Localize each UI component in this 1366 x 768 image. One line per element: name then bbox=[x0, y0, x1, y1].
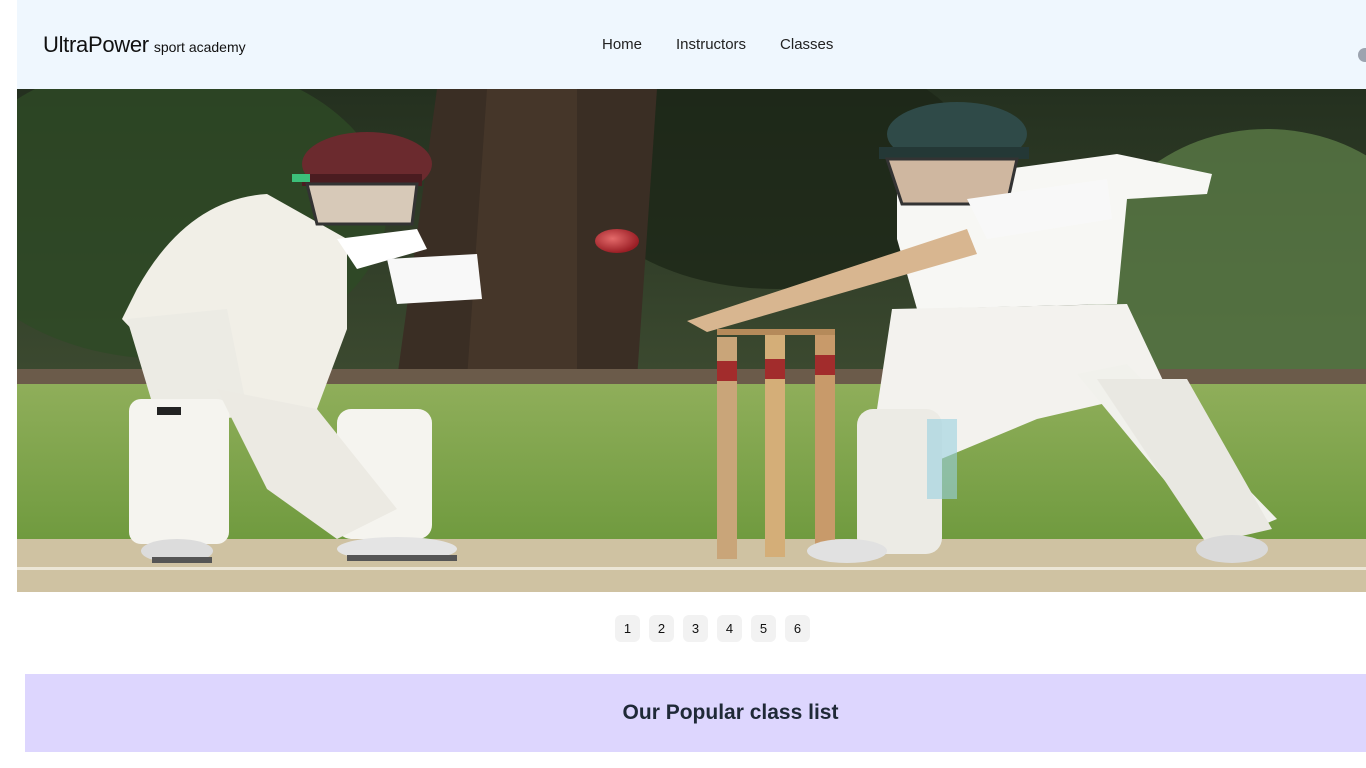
main-nav: Home Instructors Classes bbox=[602, 36, 833, 53]
brand-tagline: sport academy bbox=[153, 39, 246, 55]
nav-overflow-element[interactable] bbox=[1358, 48, 1366, 62]
hero-carousel-slide bbox=[17, 89, 1366, 592]
nav-link-home[interactable]: Home bbox=[602, 36, 642, 53]
carousel-page-6[interactable]: 6 bbox=[785, 615, 810, 642]
brand-name: UltraPower bbox=[43, 32, 149, 57]
carousel-pagination: 1 2 3 4 5 6 bbox=[615, 615, 810, 642]
navbar: UltraPower sport academy Home Instructor… bbox=[17, 0, 1366, 89]
carousel-page-3[interactable]: 3 bbox=[683, 615, 708, 642]
section-title: Our Popular class list bbox=[622, 701, 839, 724]
nav-link-classes[interactable]: Classes bbox=[780, 36, 833, 53]
carousel-page-1[interactable]: 1 bbox=[615, 615, 640, 642]
brand-logo[interactable]: UltraPower sport academy bbox=[43, 32, 246, 58]
carousel-page-2[interactable]: 2 bbox=[649, 615, 674, 642]
carousel-page-5[interactable]: 5 bbox=[751, 615, 776, 642]
carousel-page-4[interactable]: 4 bbox=[717, 615, 742, 642]
popular-classes-banner: Our Popular class list bbox=[25, 674, 1366, 752]
hero-image bbox=[17, 89, 1366, 592]
nav-link-instructors[interactable]: Instructors bbox=[676, 36, 746, 53]
